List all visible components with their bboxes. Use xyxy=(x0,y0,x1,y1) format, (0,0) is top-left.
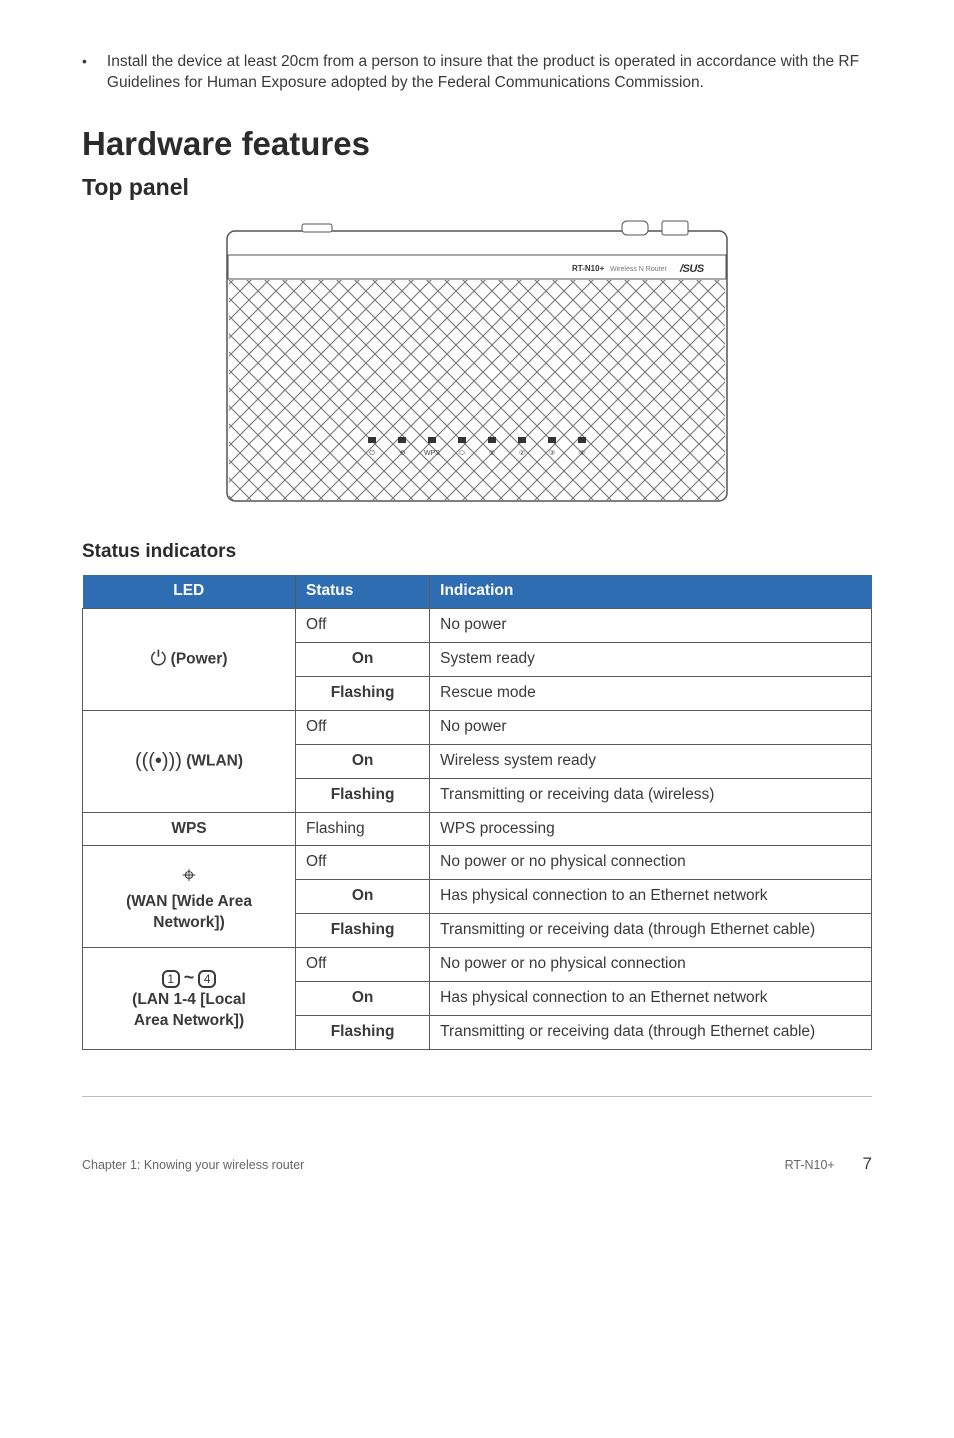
intro-text: Install the device at least 20cm from a … xyxy=(107,52,872,94)
page-footer: Chapter 1: Knowing your wireless router … xyxy=(82,1153,872,1176)
cell-indication: WPS processing xyxy=(430,812,872,846)
led-wlan-cell: (((•))) (WLAN) xyxy=(83,710,296,812)
svg-text:⏻: ⏻ xyxy=(369,449,375,457)
footer-chapter: Chapter 1: Knowing your wireless router xyxy=(82,1157,304,1174)
led-wan-label-1: (WAN [Wide Area xyxy=(126,893,252,910)
cell-indication: Transmitting or receiving data (through … xyxy=(430,914,872,948)
bullet-dot-icon: • xyxy=(82,52,87,94)
th-status: Status xyxy=(296,575,430,608)
wlan-antenna-icon: (((•))) xyxy=(135,750,182,772)
led-power-cell: ⏻ (Power) xyxy=(83,609,296,711)
footer-page-number: 7 xyxy=(863,1154,872,1173)
cell-status: Off xyxy=(296,710,430,744)
power-icon: ⏻ xyxy=(151,648,167,670)
table-row: WPS Flashing WPS processing xyxy=(83,812,872,846)
led-lan-label-1: (LAN 1-4 [Local xyxy=(132,991,246,1008)
cell-indication: No power or no physical connection xyxy=(430,846,872,880)
cell-status: On xyxy=(296,982,430,1016)
cell-indication: Wireless system ready xyxy=(430,744,872,778)
table-row: (((•))) (WLAN) Off No power xyxy=(83,710,872,744)
heading-top-panel: Top panel xyxy=(82,172,872,203)
table-row: 1 ~ 4 (LAN 1-4 [Local Area Network]) Off… xyxy=(83,948,872,982)
cell-indication: Transmitting or receiving data (through … xyxy=(430,1016,872,1050)
cell-status: Flashing xyxy=(296,778,430,812)
cell-status: Flashing xyxy=(296,676,430,710)
th-indication: Indication xyxy=(430,575,872,608)
router-top-view-figure: RT-N10+ Wireless N Router /SUS ⏻ ⟲ WPS ⬭… xyxy=(82,219,872,509)
led-lan-cell: 1 ~ 4 (LAN 1-4 [Local Area Network]) xyxy=(83,948,296,1050)
lan-4-icon: 4 xyxy=(198,970,216,988)
cell-status: On xyxy=(296,744,430,778)
led-wps-cell: WPS xyxy=(83,812,296,846)
svg-text:⬭: ⬭ xyxy=(459,450,465,457)
footer-rule xyxy=(82,1096,872,1097)
cell-indication: Has physical connection to an Ethernet n… xyxy=(430,982,872,1016)
led-wlan-label: (WLAN) xyxy=(186,752,243,769)
led-lan-label-2: Area Network]) xyxy=(134,1012,244,1029)
led-wan-cell: ⌖ (WAN [Wide Area Network]) xyxy=(83,846,296,948)
led-wan-label-2: Network]) xyxy=(153,914,224,931)
lan-1-icon: 1 xyxy=(162,970,180,988)
cell-indication: System ready xyxy=(430,642,872,676)
status-indicators-table: LED Status Indication ⏻ (Power) Off No p… xyxy=(82,575,872,1050)
router-type-label: Wireless N Router xyxy=(610,266,667,273)
router-model-label: RT-N10+ xyxy=(572,264,605,273)
table-row: ⏻ (Power) Off No power xyxy=(83,609,872,643)
cell-status: Flashing xyxy=(296,1016,430,1050)
cell-indication: Has physical connection to an Ethernet n… xyxy=(430,880,872,914)
svg-text:②: ② xyxy=(519,449,525,457)
svg-text:/SUS: /SUS xyxy=(679,263,705,275)
led-power-label: (Power) xyxy=(171,650,228,667)
globe-icon: ⌖ xyxy=(182,862,196,889)
footer-model: RT-N10+ xyxy=(785,1158,835,1172)
heading-status-indicators: Status indicators xyxy=(82,539,872,565)
cell-status: Off xyxy=(296,609,430,643)
table-row: ⌖ (WAN [Wide Area Network]) Off No power… xyxy=(83,846,872,880)
cell-indication: Transmitting or receiving data (wireless… xyxy=(430,778,872,812)
cell-status: Flashing xyxy=(296,914,430,948)
cell-status: Off xyxy=(296,846,430,880)
svg-text:④: ④ xyxy=(579,449,585,457)
cell-status: Flashing xyxy=(296,812,430,846)
cell-status: On xyxy=(296,880,430,914)
cell-indication: No power xyxy=(430,710,872,744)
th-led: LED xyxy=(83,575,296,608)
svg-text:③: ③ xyxy=(549,449,555,457)
cell-indication: No power or no physical connection xyxy=(430,948,872,982)
router-illustration: RT-N10+ Wireless N Router /SUS ⏻ ⟲ WPS ⬭… xyxy=(222,219,732,509)
cell-status: On xyxy=(296,642,430,676)
intro-bullet: • Install the device at least 20cm from … xyxy=(82,52,872,94)
cell-status: Off xyxy=(296,948,430,982)
lan-port-icons: 1 ~ 4 xyxy=(162,965,217,989)
heading-hardware-features: Hardware features xyxy=(82,122,872,167)
cell-indication: No power xyxy=(430,609,872,643)
svg-text:⟲: ⟲ xyxy=(399,450,405,457)
svg-text:WPS: WPS xyxy=(424,450,440,457)
svg-text:①: ① xyxy=(489,449,495,457)
cell-indication: Rescue mode xyxy=(430,676,872,710)
